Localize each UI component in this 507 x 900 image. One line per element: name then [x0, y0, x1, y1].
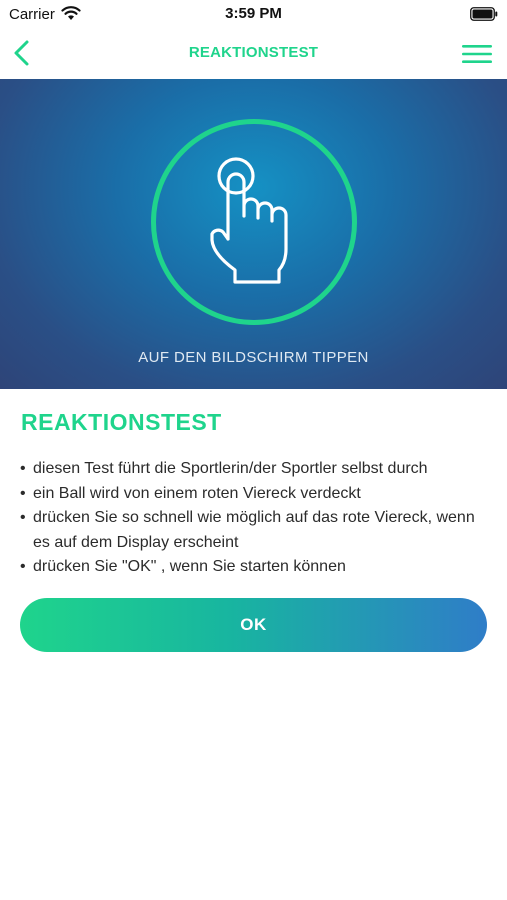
nav-title: REAKTIONSTEST [188, 44, 319, 61]
section-title: REAKTIONSTEST [21, 409, 222, 435]
list-item: drücken Sie so schnell wie möglich auf d… [20, 506, 490, 555]
status-bar: Carrier 3:59 PM [0, 0, 507, 30]
hero-caption: AUF DEN BILDSCHIRM TIPPEN [138, 349, 369, 366]
navigation-bar: REAKTIONSTEST [0, 30, 507, 78]
list-item: diesen Test führt die Sportlerin/der Spo… [20, 457, 490, 482]
menu-button[interactable] [461, 40, 493, 68]
status-time: 3:59 PM [225, 5, 282, 22]
list-item: ein Ball wird von einem roten Viereck ve… [20, 482, 490, 507]
instruction-list: diesen Test führt die Sportlerin/der Spo… [20, 457, 490, 580]
tap-hand-icon [210, 157, 288, 284]
tap-screen-area[interactable]: AUF DEN BILDSCHIRM TIPPEN [0, 79, 507, 389]
list-item: drücken Sie "OK" , wenn Sie starten könn… [20, 555, 490, 580]
battery-icon [470, 7, 498, 21]
hamburger-menu-icon [462, 45, 492, 63]
ok-button[interactable]: OK [20, 598, 487, 652]
